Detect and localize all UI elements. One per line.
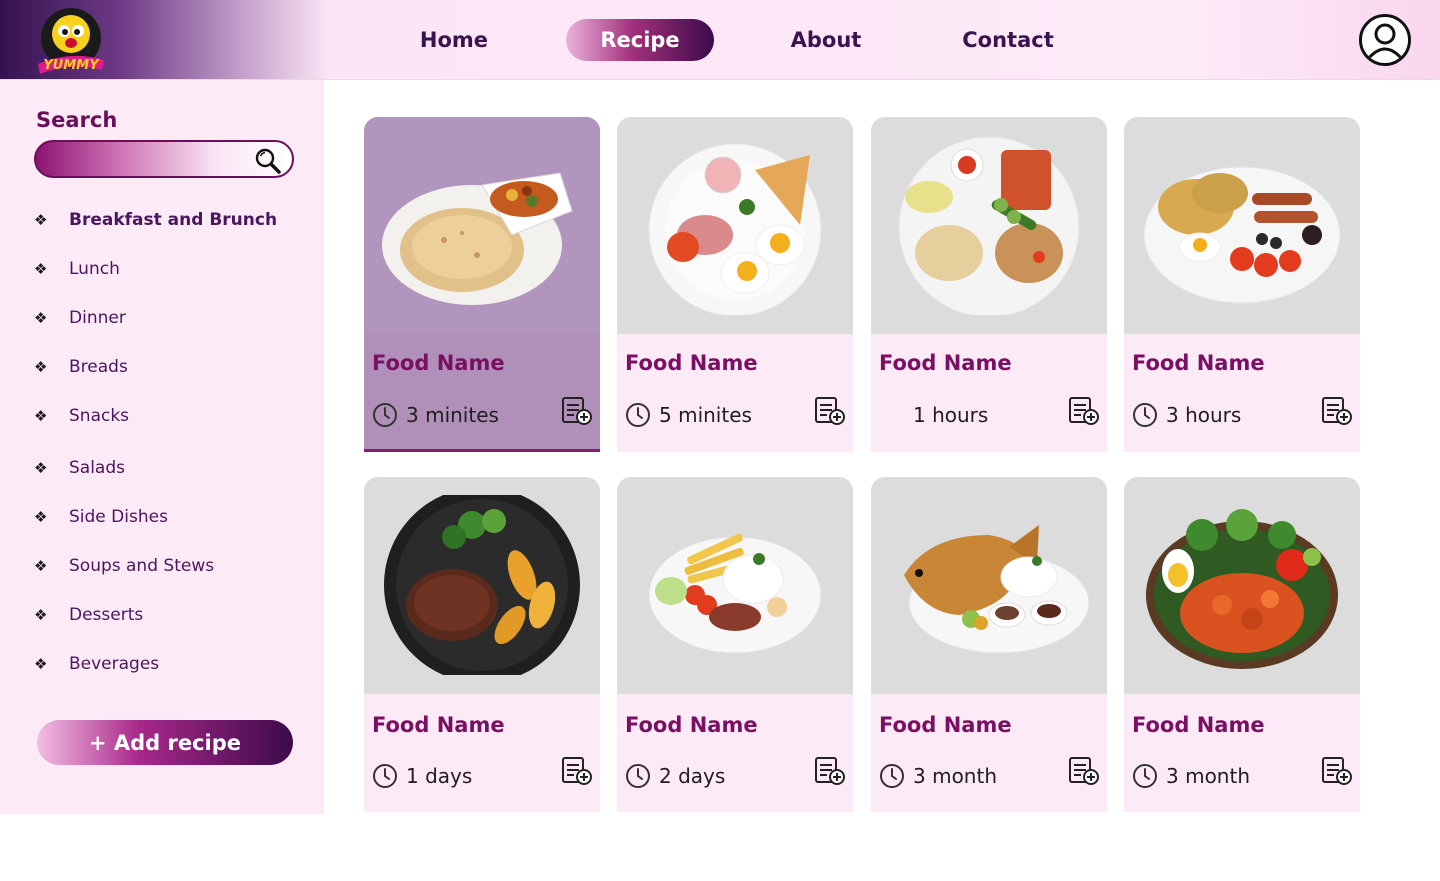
time-row: 1 hours (879, 402, 988, 428)
bullet-icon: ❖ (34, 260, 48, 278)
clock-icon (880, 764, 904, 788)
recipe-card[interactable]: Food Name 3 minites (364, 117, 600, 452)
category-label: Side Dishes (69, 507, 168, 527)
cook-time: 3 month (913, 764, 997, 788)
category-breads[interactable]: ❖ Breads (34, 352, 304, 382)
clock-icon (1133, 764, 1157, 788)
time-row: 3 minites (372, 402, 499, 428)
category-label: Lunch (69, 259, 120, 279)
food-photo-fried-chicken-salad (1124, 477, 1360, 694)
food-photo-rice-fries-steak (617, 477, 853, 694)
food-name: Food Name (1132, 351, 1265, 375)
clock-icon (626, 403, 650, 427)
nav-about[interactable]: About (780, 19, 872, 61)
bullet-icon: ❖ (34, 557, 48, 575)
category-beverages[interactable]: ❖ Beverages (34, 649, 304, 679)
category-label: Beverages (69, 654, 160, 674)
category-salads[interactable]: ❖ Salads (34, 453, 304, 483)
cook-time: 3 minites (406, 403, 499, 427)
recipe-card[interactable]: Food Name 3 month (1124, 477, 1360, 812)
cook-time: 3 month (1166, 764, 1250, 788)
recipe-card[interactable]: Food Name 5 minites (617, 117, 853, 452)
nav-home[interactable]: Home (408, 19, 500, 61)
food-name: Food Name (1132, 713, 1265, 737)
bullet-icon: ❖ (34, 508, 48, 526)
time-row: 5 minites (625, 402, 752, 428)
category-label: Snacks (69, 406, 130, 426)
cook-time: 3 hours (1166, 403, 1242, 427)
add-to-list-icon[interactable] (1067, 755, 1101, 787)
food-photo-steak-with-potatoes (364, 477, 600, 694)
food-name: Food Name (625, 713, 758, 737)
category-label: Salads (69, 458, 125, 478)
add-to-list-icon[interactable] (1320, 755, 1354, 787)
recipe-card[interactable]: Food Name 2 days (617, 477, 853, 812)
bullet-icon: ❖ (34, 211, 48, 229)
food-photo-english-breakfast (1124, 117, 1360, 334)
user-avatar-icon[interactable] (1359, 14, 1411, 66)
category-label: Desserts (69, 605, 144, 625)
recipe-card[interactable]: Food Name 3 month (871, 477, 1107, 812)
yummy-logo[interactable]: YUMMY (36, 6, 106, 74)
add-to-list-icon[interactable] (1320, 395, 1354, 427)
cook-time: 1 days (406, 764, 473, 788)
bullet-icon: ❖ (34, 309, 48, 327)
recipe-card[interactable]: Food Name 1 days (364, 477, 600, 812)
bullet-icon: ❖ (34, 407, 48, 425)
bullet-icon: ❖ (34, 459, 48, 477)
add-to-list-icon[interactable] (813, 755, 847, 787)
recipe-card[interactable]: Food Name 1 hours (871, 117, 1107, 452)
bullet-icon: ❖ (34, 655, 48, 673)
add-to-list-icon[interactable] (1067, 395, 1101, 427)
clock-icon (1133, 403, 1157, 427)
food-photo-mixed-platter (871, 117, 1107, 334)
search-label: Search (36, 108, 118, 132)
category-soups-and-stews[interactable]: ❖ Soups and Stews (34, 551, 304, 581)
clock-icon (373, 764, 397, 788)
time-row: 3 hours (1132, 402, 1241, 428)
bullet-icon: ❖ (34, 606, 48, 624)
food-photo-eggs-ham-toast (617, 117, 853, 334)
cook-time: 5 minites (659, 403, 752, 427)
clock-icon (626, 764, 650, 788)
food-name: Food Name (879, 351, 1012, 375)
clock-icon (373, 403, 397, 427)
category-label: Breads (69, 357, 128, 377)
time-row: 3 month (879, 763, 997, 789)
search-input[interactable] (50, 148, 250, 170)
recipe-card[interactable]: Food Name 3 hours (1124, 117, 1360, 452)
category-label: Dinner (69, 308, 126, 328)
category-breakfast-and-brunch[interactable]: ❖ Breakfast and Brunch (34, 205, 304, 235)
add-to-list-icon[interactable] (560, 395, 594, 427)
food-photo-paratha-with-curry (364, 117, 600, 334)
food-name: Food Name (625, 351, 758, 375)
food-name: Food Name (372, 713, 505, 737)
category-label: Breakfast and Brunch (69, 210, 278, 230)
nav-recipe[interactable]: Recipe (566, 19, 714, 61)
top-header: YUMMY Home Recipe About Contact (0, 0, 1440, 80)
food-name: Food Name (372, 351, 505, 375)
nav-contact[interactable]: Contact (952, 19, 1064, 61)
sidebar: Search ❖ Breakfast and Brunch ❖ Lunch ❖ … (0, 80, 324, 814)
search-box (34, 140, 294, 178)
bullet-icon: ❖ (34, 358, 48, 376)
category-lunch[interactable]: ❖ Lunch (34, 254, 304, 284)
add-recipe-button[interactable]: + Add recipe (37, 720, 293, 765)
category-desserts[interactable]: ❖ Desserts (34, 600, 304, 630)
time-row: 2 days (625, 763, 725, 789)
food-photo-fried-fish-rice (871, 477, 1107, 694)
svg-text:YUMMY: YUMMY (43, 58, 100, 73)
add-to-list-icon[interactable] (560, 755, 594, 787)
cook-time: 2 days (659, 764, 726, 788)
time-row: 3 month (1132, 763, 1250, 789)
category-side-dishes[interactable]: ❖ Side Dishes (34, 502, 304, 532)
time-row: 1 days (372, 763, 472, 789)
add-to-list-icon[interactable] (813, 395, 847, 427)
cook-time: 1 hours (913, 403, 989, 427)
category-label: Soups and Stews (69, 556, 215, 576)
category-snacks[interactable]: ❖ Snacks (34, 401, 304, 431)
food-name: Food Name (879, 713, 1012, 737)
magnifier-icon[interactable] (254, 147, 282, 175)
category-dinner[interactable]: ❖ Dinner (34, 303, 304, 333)
